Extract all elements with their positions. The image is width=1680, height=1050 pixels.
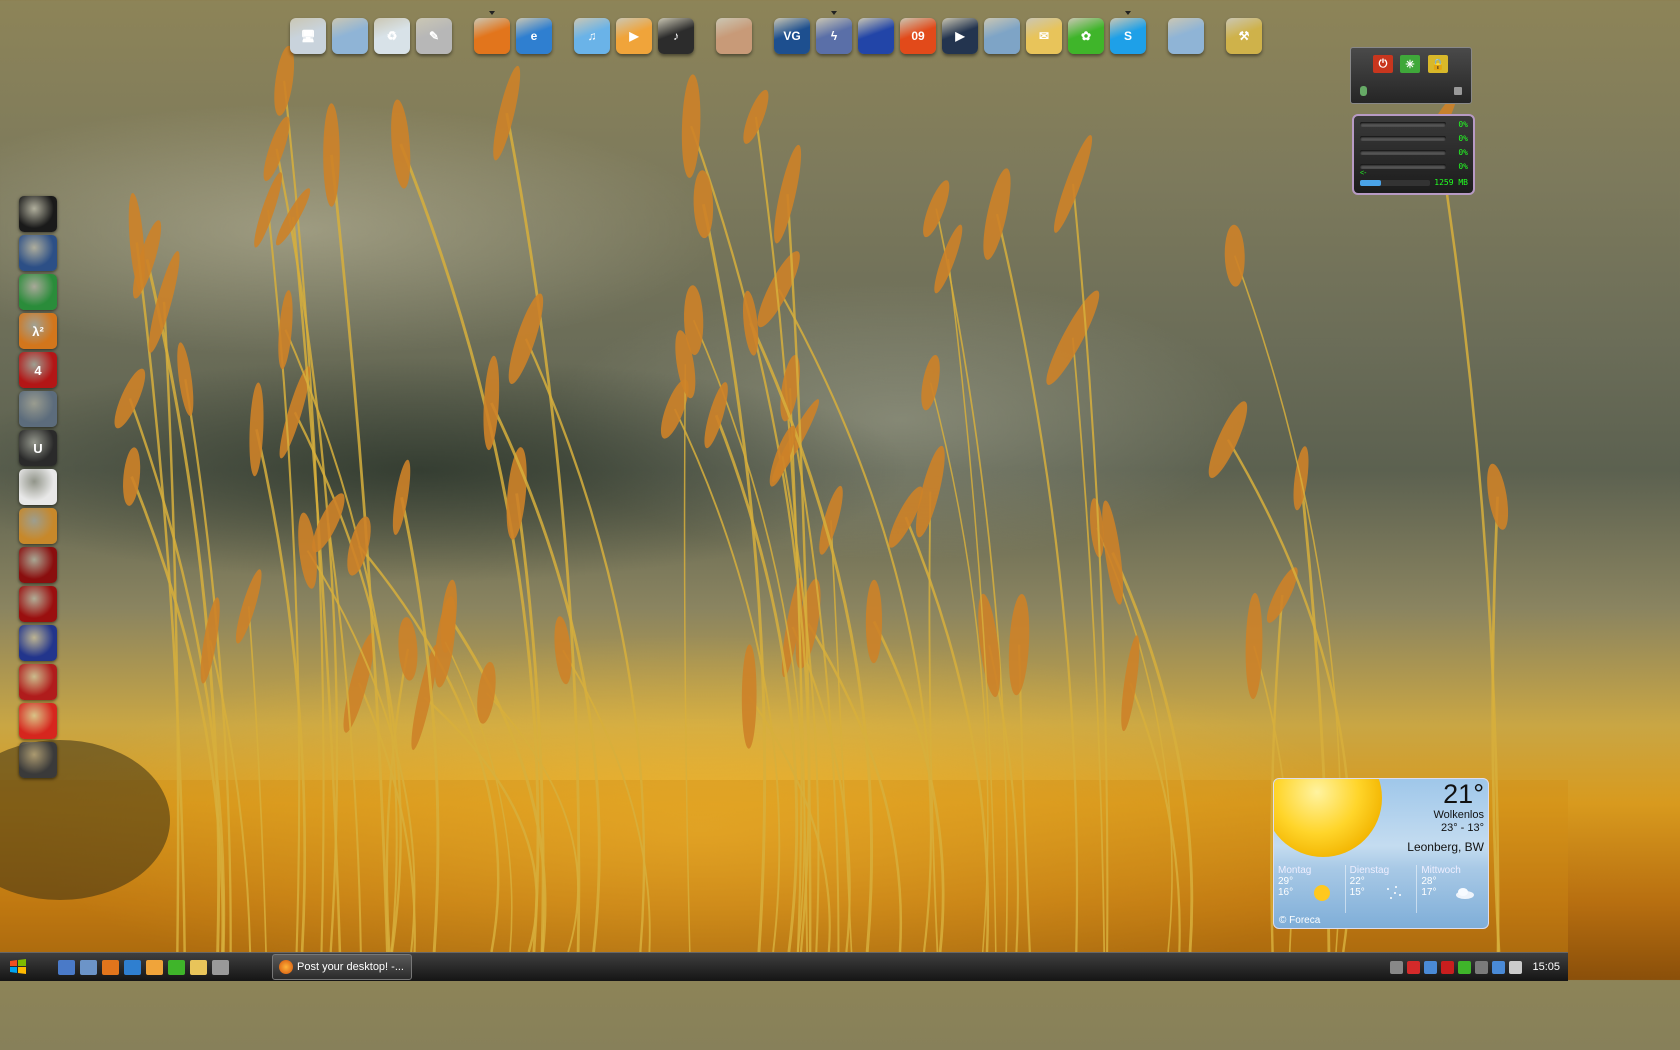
internet-explorer-icon[interactable]: e <box>516 18 552 54</box>
forecast-day: Mittwoch 28° 17° <box>1416 865 1488 913</box>
computer-icon[interactable]: 🖥 <box>290 18 326 54</box>
game-shortcuts-bar: λ² 4 U <box>19 196 57 781</box>
lightning-icon[interactable]: ϟ <box>816 11 852 54</box>
play-icon[interactable]: ▶ <box>942 18 978 54</box>
counter-strike-icon[interactable] <box>19 235 57 271</box>
cpu-core-1: 0% <box>1360 120 1468 130</box>
icq-quick-icon[interactable] <box>168 959 185 975</box>
volume-tray-icon[interactable] <box>1509 960 1523 974</box>
game-icon-8[interactable] <box>19 469 57 505</box>
memory-value: 1259 MB <box>1434 178 1468 187</box>
adobe-tray-icon[interactable] <box>1441 960 1455 974</box>
show-desktop-icon[interactable] <box>58 959 75 975</box>
cloud-icon <box>1456 888 1475 899</box>
photos-icon[interactable] <box>716 18 752 54</box>
shutdown-gadget: ⏻ ✳ 🔒 <box>1350 47 1472 104</box>
save-disk-icon[interactable] <box>858 18 894 54</box>
windows-logo-icon <box>10 959 26 974</box>
half-life-2-icon[interactable]: λ² <box>19 313 57 349</box>
headset-icon[interactable] <box>984 18 1020 54</box>
cpu-core-4: 0% <box>1360 162 1468 172</box>
mail-quick-icon[interactable] <box>190 959 207 975</box>
switch-windows-icon[interactable] <box>80 959 97 975</box>
current-temperature: 21° <box>1443 779 1484 809</box>
game-icon-11[interactable] <box>19 586 57 622</box>
taskbar-window-title: Post your desktop! -... <box>297 961 404 973</box>
forecast-day: Dienstag 22° 15° <box>1344 865 1417 913</box>
weather-source: © Foreca <box>1279 915 1321 926</box>
cpu-core-3: 0% <box>1360 148 1468 158</box>
icq-icon[interactable]: ✿ <box>1068 18 1104 54</box>
firefox-quick-icon[interactable] <box>102 959 119 975</box>
forecast-day: Montag 29° 16° <box>1274 865 1345 913</box>
music-icon[interactable]: ♪ <box>658 18 694 54</box>
top-dock: 🖥 ♻ ✎ e ♫ ▶ ♪ VG ϟ 09 ▶ ✉ ✿ S ⚒ <box>290 10 1268 62</box>
recycle-bin-icon[interactable]: ♻ <box>374 18 410 54</box>
game-icon-3[interactable] <box>19 274 57 310</box>
hammer-tools-icon[interactable]: ⚒ <box>1226 18 1262 54</box>
temperature-range: 23° - 13° <box>1440 822 1484 834</box>
power-off-button[interactable]: ⏻ <box>1373 55 1393 73</box>
cpu-core-2: 0% <box>1360 134 1468 144</box>
taskbar-window-firefox[interactable]: Post your desktop! -... <box>272 954 412 980</box>
ie-quick-icon[interactable] <box>124 959 141 975</box>
sun-icon <box>1314 885 1330 901</box>
taskbar: Post your desktop! -... 15:05 <box>0 952 1568 981</box>
game-icon-9[interactable] <box>19 508 57 544</box>
music-quick-icon[interactable] <box>212 959 229 975</box>
vg-icon[interactable]: VG <box>774 18 810 54</box>
unreal-tournament-icon[interactable]: U <box>19 430 57 466</box>
nero-09-icon[interactable]: 09 <box>900 18 936 54</box>
stars-icon <box>1386 886 1401 899</box>
security-tray-icon[interactable] <box>1458 960 1472 974</box>
media-player-icon[interactable]: ▶ <box>616 18 652 54</box>
itunes-icon[interactable]: ♫ <box>574 18 610 54</box>
antivirus-tray-icon[interactable] <box>1407 960 1421 974</box>
network-tray-icon[interactable] <box>1424 960 1438 974</box>
memory-fill <box>1360 180 1381 186</box>
firefox-icon[interactable] <box>474 11 510 54</box>
weather-condition: Wolkenlos <box>1433 809 1484 821</box>
memory-usage: 1259 MB <box>1360 178 1468 188</box>
clock[interactable]: 15:05 <box>1532 961 1560 973</box>
cpu-meter-gadget: 0% 0% 0% 0% <- 1259 MB <box>1352 114 1475 195</box>
game-icon-12[interactable] <box>19 625 57 661</box>
quick-launch <box>58 959 234 975</box>
tray-expand-icon[interactable] <box>1390 960 1404 974</box>
firefox-icon <box>279 960 293 974</box>
folder-icon[interactable] <box>332 18 368 54</box>
connection-tray-icon[interactable] <box>1492 960 1506 974</box>
app-tray-icon[interactable] <box>1475 960 1489 974</box>
left-4-dead-icon[interactable]: 4 <box>19 352 57 388</box>
sun-icon <box>1274 779 1382 857</box>
weather-location: Leonberg, BW <box>1407 840 1484 854</box>
microphone-icon <box>1360 86 1367 96</box>
game-icon-15[interactable] <box>19 742 57 778</box>
game-icon-14[interactable] <box>19 703 57 739</box>
documents-folder-icon[interactable] <box>1168 18 1204 54</box>
weather-gadget[interactable]: 21° Wolkenlos 23° - 13° Leonberg, BW Mon… <box>1273 778 1489 929</box>
tools-icon[interactable]: ✎ <box>416 18 452 54</box>
meter-arrow: <- <box>1360 170 1367 177</box>
media-quick-icon[interactable] <box>146 959 163 975</box>
lock-button[interactable]: 🔒 <box>1428 55 1448 73</box>
restart-button[interactable]: ✳ <box>1400 55 1420 73</box>
steam-icon[interactable] <box>19 196 57 232</box>
mail-icon[interactable]: ✉ <box>1026 18 1062 54</box>
skype-icon[interactable]: S <box>1110 11 1146 54</box>
game-icon-13[interactable] <box>19 664 57 700</box>
forecast: Montag 29° 16° Dienstag 22° 15° Mittwoch… <box>1274 865 1488 913</box>
small-lock-icon <box>1454 87 1462 95</box>
start-button[interactable] <box>0 953 36 981</box>
crysis-icon[interactable] <box>19 391 57 427</box>
system-tray: 15:05 <box>1390 953 1568 981</box>
fear-2-icon[interactable] <box>19 547 57 583</box>
